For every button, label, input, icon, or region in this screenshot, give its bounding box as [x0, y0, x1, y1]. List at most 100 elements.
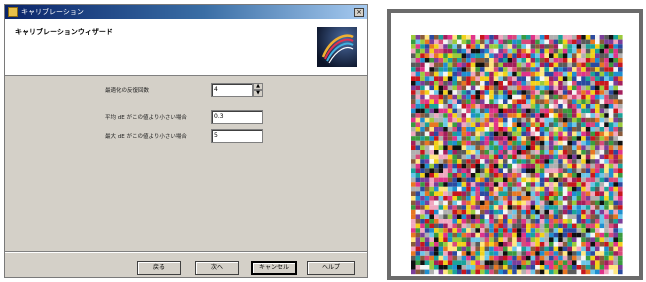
color-patch [526, 177, 531, 183]
color-patch [438, 90, 444, 95]
color-patch [535, 136, 540, 141]
color-patch [489, 228, 494, 233]
color-patch [461, 255, 467, 261]
color-patch [457, 232, 462, 238]
color-patch [498, 136, 503, 141]
color-patch [461, 85, 467, 91]
color-patch [429, 131, 434, 137]
color-patch [503, 246, 508, 252]
color-patch [544, 94, 549, 100]
color-patch [424, 209, 430, 215]
color-patch [558, 163, 563, 169]
color-patch [544, 145, 549, 150]
next-button[interactable]: 次へ [195, 261, 239, 275]
color-patch [585, 209, 591, 215]
color-patch [539, 76, 545, 81]
color-patch [507, 145, 513, 150]
color-patch [489, 35, 494, 40]
color-patch [521, 228, 526, 233]
color-patch [549, 260, 554, 265]
color-patch [581, 205, 586, 210]
color-patch [572, 76, 577, 81]
color-patch [585, 196, 591, 201]
color-patch [572, 186, 577, 192]
color-patch [443, 150, 448, 155]
color-patch [558, 99, 563, 104]
color-patch [470, 182, 476, 187]
color-patch [553, 145, 559, 150]
color-patch [590, 214, 595, 219]
color-patch [438, 200, 444, 206]
color-patch [420, 177, 425, 183]
back-button[interactable]: 戻る [137, 261, 181, 275]
color-patch [424, 122, 430, 127]
color-patch [434, 81, 439, 86]
max-de-input[interactable]: 5 [211, 129, 263, 143]
color-patch [512, 168, 517, 173]
color-patch [452, 150, 457, 155]
color-patch [434, 53, 439, 58]
color-patch [512, 136, 517, 141]
average-de-input[interactable]: 0.3 [211, 110, 263, 124]
color-patch [599, 90, 605, 95]
color-patch [498, 127, 503, 132]
title-bar[interactable]: キャリブレーション × [5, 5, 367, 19]
color-patch [503, 196, 508, 201]
color-patch [585, 260, 591, 265]
color-patch [466, 214, 471, 219]
color-patch [438, 150, 444, 155]
color-patch [539, 214, 545, 219]
color-patch [553, 58, 559, 63]
color-patch [498, 191, 503, 196]
color-patch [558, 131, 563, 137]
color-patch [503, 205, 508, 210]
color-patch [493, 214, 499, 219]
color-patch [516, 182, 522, 187]
color-patch [530, 182, 536, 187]
color-patch [475, 127, 480, 132]
color-patch [512, 108, 517, 114]
color-patch [581, 200, 586, 206]
color-patch [595, 242, 600, 247]
color-patch [434, 76, 439, 81]
color-patch [461, 242, 467, 247]
color-patch [434, 265, 439, 270]
color-patch [585, 232, 591, 238]
cancel-button[interactable]: キャンセル [251, 261, 297, 275]
help-button[interactable]: ヘルプ [307, 261, 355, 275]
color-patch [438, 99, 444, 104]
color-patch [415, 85, 421, 91]
color-patch [480, 163, 485, 169]
color-patch [544, 99, 549, 104]
color-patch [503, 90, 508, 95]
color-patch [599, 228, 605, 233]
color-patch [544, 260, 549, 265]
color-patch [604, 251, 609, 256]
spin-down-icon[interactable]: ▼ [253, 90, 263, 97]
color-patch [457, 48, 462, 54]
color-patch [544, 214, 549, 219]
color-patch [516, 232, 522, 238]
color-patch [604, 90, 609, 95]
color-patch [420, 154, 425, 160]
color-patch [470, 186, 476, 192]
color-patch [581, 71, 586, 77]
color-patch [503, 228, 508, 233]
color-patch [447, 228, 453, 233]
color-patch [604, 186, 609, 192]
color-patch [516, 127, 522, 132]
color-patch [461, 214, 467, 219]
color-patch [558, 242, 563, 247]
color-patch [604, 173, 609, 178]
color-patch [604, 168, 609, 173]
color-patch [553, 150, 559, 155]
close-button[interactable]: × [354, 7, 364, 17]
color-patch [526, 191, 531, 196]
color-patch [618, 127, 623, 132]
color-patch [470, 62, 476, 68]
color-patch [562, 191, 568, 196]
color-patch [484, 265, 490, 270]
spin-up-icon[interactable]: ▲ [253, 83, 263, 90]
color-patch [415, 76, 421, 81]
iterations-input[interactable]: 4 [211, 83, 253, 97]
